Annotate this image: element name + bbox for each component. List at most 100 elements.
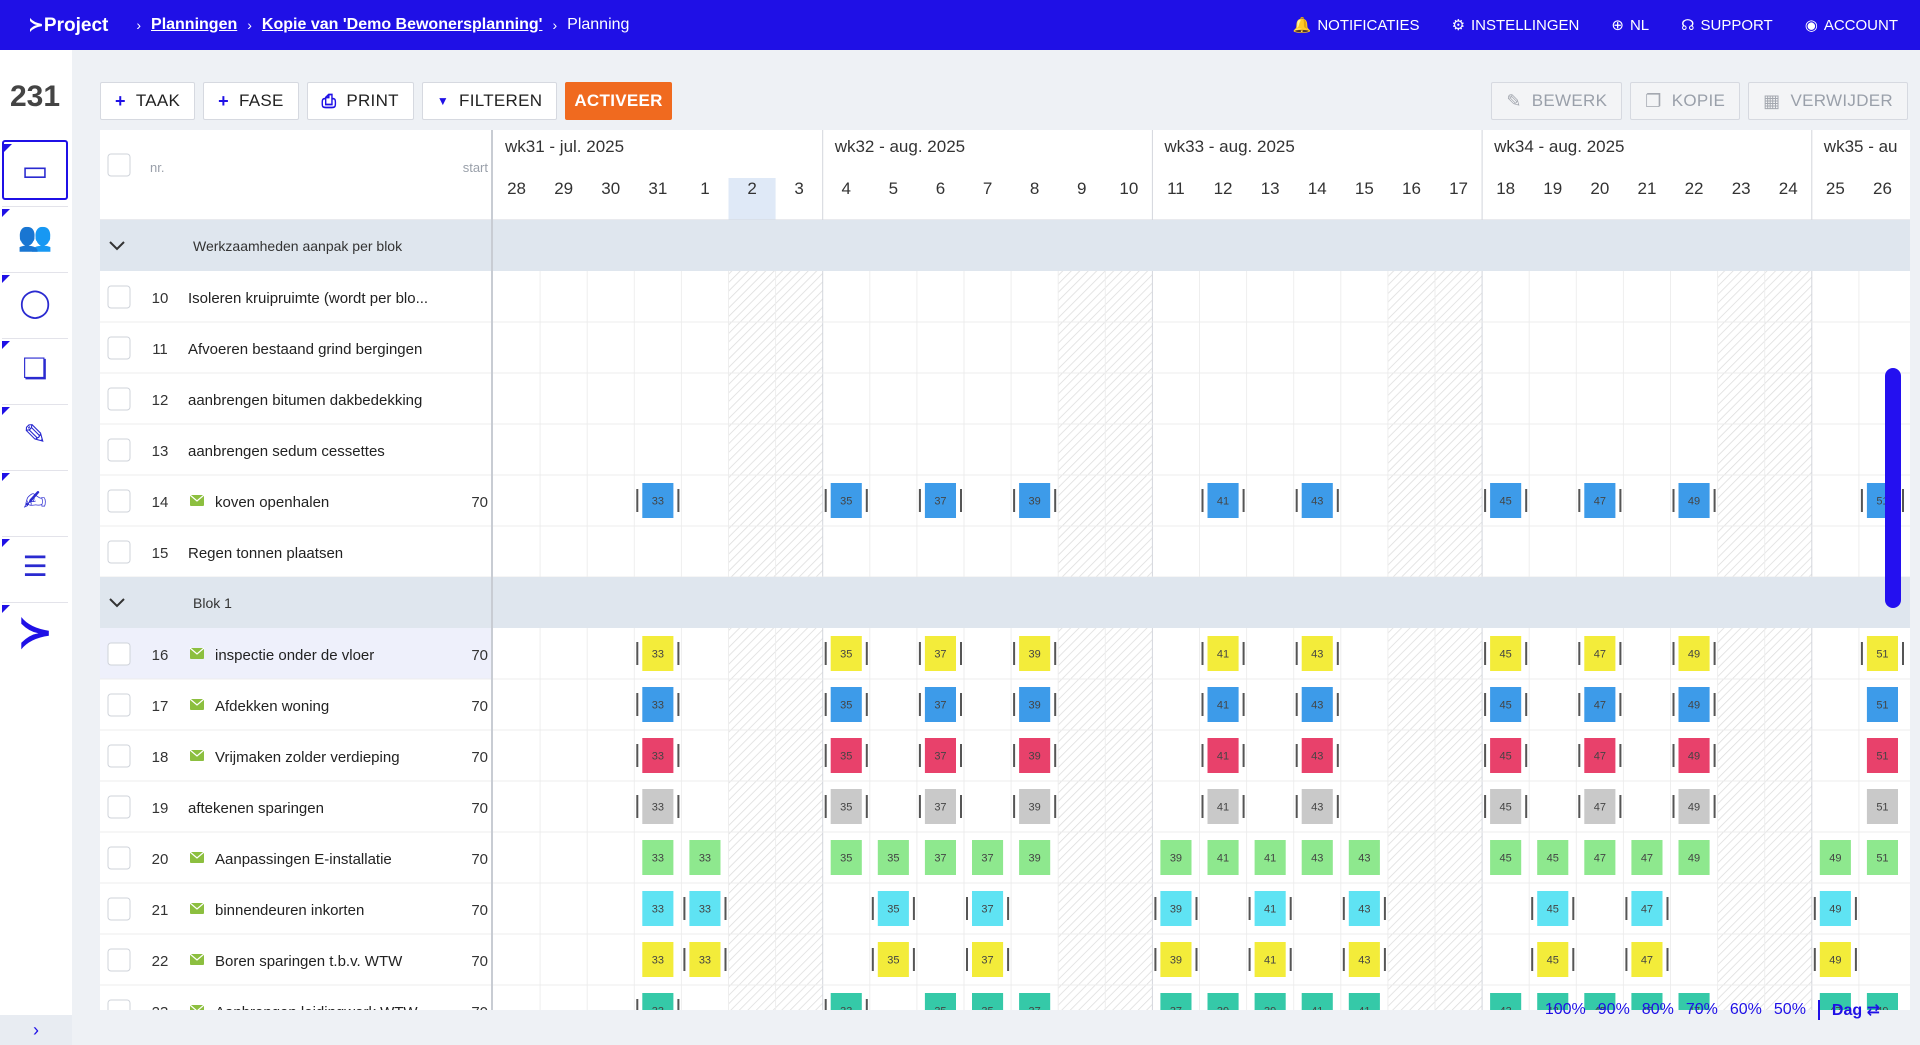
drag-handle-right[interactable] [1054, 744, 1057, 767]
zoom-level-70[interactable]: 70% [1686, 1001, 1718, 1019]
drag-handle-right[interactable] [1336, 744, 1339, 767]
drag-handle-left[interactable] [1484, 693, 1487, 716]
drag-handle-left[interactable] [683, 948, 686, 971]
copy-button[interactable]: ❐ KOPIE [1630, 82, 1741, 120]
row-checkbox[interactable] [107, 795, 131, 819]
drag-handle-left[interactable] [1860, 642, 1863, 665]
drag-handle-right[interactable] [1902, 489, 1904, 512]
drag-handle-right[interactable] [677, 744, 680, 767]
drag-handle-right[interactable] [724, 948, 727, 971]
drag-handle-left[interactable] [1013, 693, 1016, 716]
edit-button[interactable]: ✎ BEWERK [1491, 82, 1623, 120]
drag-handle-right[interactable] [1336, 795, 1339, 818]
zoom-level-90[interactable]: 90% [1598, 1001, 1630, 1019]
row-checkbox[interactable] [107, 744, 131, 768]
drag-handle-right[interactable] [1713, 489, 1716, 512]
rail-project-logo-button[interactable]: ≻ [2, 602, 68, 662]
drag-handle-right[interactable] [865, 744, 868, 767]
drag-handle-left[interactable] [1813, 948, 1816, 971]
drag-handle-right[interactable] [1289, 897, 1292, 920]
drag-handle-left[interactable] [918, 489, 921, 512]
drag-handle-right[interactable] [1619, 744, 1622, 767]
drag-handle-right[interactable] [677, 999, 680, 1010]
drag-handle-right[interactable] [1619, 693, 1622, 716]
drag-handle-right[interactable] [1242, 744, 1245, 767]
drag-handle-left[interactable] [918, 693, 921, 716]
group-row[interactable] [100, 577, 1910, 628]
drag-handle-right[interactable] [724, 897, 727, 920]
row-checkbox[interactable] [107, 948, 131, 972]
delete-button[interactable]: ▦ VERWIJDER [1748, 82, 1908, 120]
drag-handle-left[interactable] [1578, 744, 1581, 767]
drag-handle-right[interactable] [677, 489, 680, 512]
drag-handle-right[interactable] [912, 948, 915, 971]
drag-handle-left[interactable] [1672, 795, 1675, 818]
drag-handle-left[interactable] [1625, 897, 1628, 920]
drag-handle-right[interactable] [1525, 795, 1528, 818]
drag-handle-right[interactable] [1666, 948, 1669, 971]
drag-handle-left[interactable] [1154, 897, 1157, 920]
zoom-level-60[interactable]: 60% [1730, 1001, 1762, 1019]
row-checkbox[interactable] [107, 693, 131, 717]
rail-documents-button[interactable]: ❏ [2, 338, 68, 398]
drag-handle-left[interactable] [1484, 795, 1487, 818]
drag-handle-left[interactable] [824, 999, 827, 1010]
drag-handle-right[interactable] [1572, 948, 1575, 971]
support-link[interactable]: ☊ SUPPORT [1681, 16, 1773, 34]
drag-handle-left[interactable] [636, 999, 639, 1010]
app-logo[interactable]: ≻Project [28, 14, 108, 37]
drag-handle-left[interactable] [1672, 642, 1675, 665]
row-checkbox[interactable] [107, 897, 131, 921]
language-link[interactable]: ⊕ NL [1611, 16, 1649, 34]
select-all-checkbox[interactable] [107, 153, 131, 177]
drag-handle-right[interactable] [1619, 489, 1622, 512]
drag-handle-left[interactable] [824, 744, 827, 767]
drag-handle-right[interactable] [1336, 642, 1339, 665]
drag-handle-left[interactable] [636, 744, 639, 767]
drag-handle-left[interactable] [1201, 744, 1204, 767]
drag-handle-left[interactable] [1813, 897, 1816, 920]
drag-handle-left[interactable] [1295, 642, 1298, 665]
drag-handle-left[interactable] [918, 795, 921, 818]
drag-handle-right[interactable] [1242, 693, 1245, 716]
drag-handle-right[interactable] [1242, 642, 1245, 665]
drag-handle-left[interactable] [636, 795, 639, 818]
drag-handle-right[interactable] [1572, 897, 1575, 920]
rail-people-button[interactable]: 👥 [2, 206, 68, 266]
drag-handle-left[interactable] [683, 897, 686, 920]
row-checkbox[interactable] [107, 489, 131, 513]
drag-handle-left[interactable] [824, 642, 827, 665]
drag-handle-right[interactable] [677, 795, 680, 818]
drag-handle-right[interactable] [1054, 693, 1057, 716]
drag-handle-left[interactable] [1154, 948, 1157, 971]
breadcrumb-plannings[interactable]: Planningen [151, 16, 237, 34]
drag-handle-left[interactable] [1248, 897, 1251, 920]
drag-handle-right[interactable] [960, 489, 962, 512]
drag-handle-left[interactable] [636, 642, 639, 665]
drag-handle-left[interactable] [871, 897, 874, 920]
drag-handle-left[interactable] [824, 489, 827, 512]
drag-handle-left[interactable] [636, 693, 639, 716]
drag-handle-left[interactable] [1295, 744, 1298, 767]
drag-handle-right[interactable] [1713, 642, 1716, 665]
drag-handle-right[interactable] [1242, 489, 1245, 512]
drag-handle-right[interactable] [1007, 948, 1010, 971]
drag-handle-left[interactable] [1672, 744, 1675, 767]
drag-handle-left[interactable] [1013, 795, 1016, 818]
drag-handle-left[interactable] [824, 693, 827, 716]
drag-handle-right[interactable] [865, 693, 868, 716]
drag-handle-right[interactable] [1713, 795, 1716, 818]
drag-handle-right[interactable] [865, 999, 868, 1010]
row-checkbox[interactable] [107, 438, 131, 462]
drag-handle-right[interactable] [960, 795, 962, 818]
drag-handle-left[interactable] [966, 897, 968, 920]
notifications-link[interactable]: 🔔 NOTIFICATIES [1293, 16, 1420, 34]
drag-handle-right[interactable] [1336, 693, 1339, 716]
drag-handle-left[interactable] [1342, 897, 1345, 920]
add-phase-button[interactable]: + FASE [203, 82, 299, 120]
row-checkbox[interactable] [107, 846, 131, 870]
drag-handle-left[interactable] [1201, 642, 1204, 665]
drag-handle-right[interactable] [1054, 795, 1057, 818]
print-button[interactable]: ⎙ PRINT [306, 82, 414, 120]
drag-handle-right[interactable] [960, 744, 962, 767]
